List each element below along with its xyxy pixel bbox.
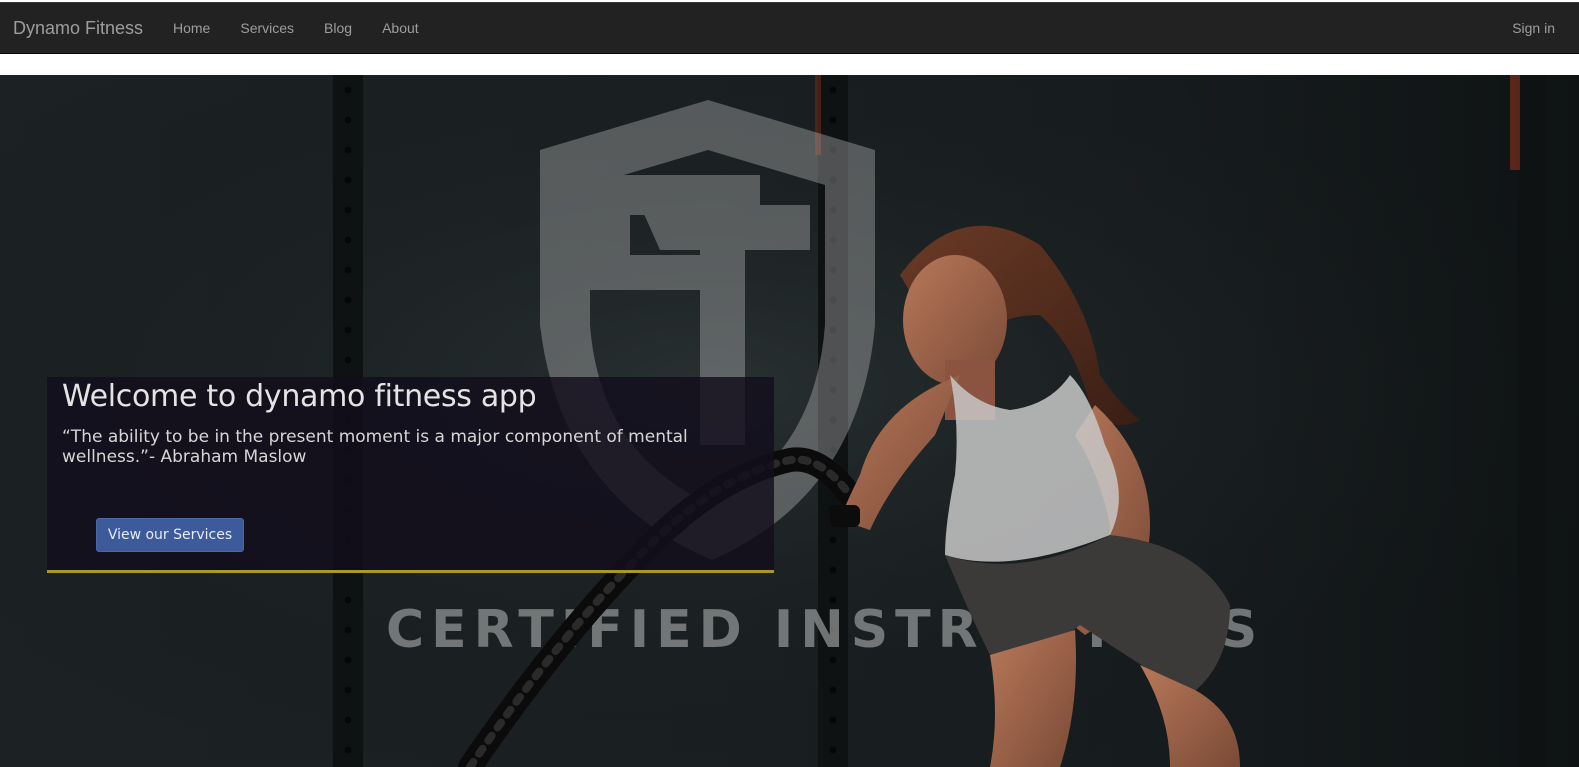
nav-link-about[interactable]: About <box>367 3 434 54</box>
nav-link-home[interactable]: Home <box>158 3 225 54</box>
brand-link[interactable]: Dynamo Fitness <box>13 3 143 54</box>
top-navbar: Dynamo Fitness Home Services Blog About … <box>0 2 1579 54</box>
view-services-button[interactable]: View our Services <box>96 518 244 552</box>
welcome-panel: Welcome to dynamo fitness app “The abili… <box>47 377 774 573</box>
nav-link-blog[interactable]: Blog <box>309 3 367 54</box>
welcome-title: Welcome to dynamo fitness app <box>62 379 537 414</box>
sign-in-link[interactable]: Sign in <box>1512 3 1555 54</box>
hero-section: CERTIFIED INSTRUCTORS Welcome to dynamo … <box>0 75 1579 767</box>
welcome-quote: “The ability to be in the present moment… <box>62 427 688 467</box>
nav-links: Home Services Blog About <box>158 3 434 54</box>
nav-link-services[interactable]: Services <box>225 3 309 54</box>
